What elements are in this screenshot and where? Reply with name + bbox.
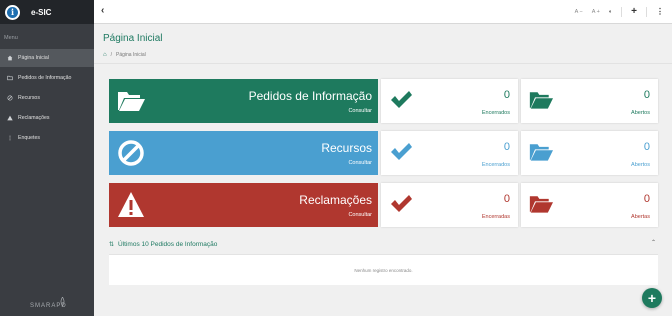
reclamacoes-card[interactable]: Reclamações Consultar [109,183,378,227]
dashboard-row-recursos: Recursos Consultar 0 Encerrados 0 Aberto… [109,131,658,175]
divider [94,63,672,64]
sidebar-item-label: Página Inicial [18,55,49,61]
menu-label: Menu [4,35,18,41]
check-icon [391,91,412,108]
open-count: 0 [643,141,650,153]
warning-icon [118,192,144,217]
chevron-up-icon[interactable]: ⌃ [651,239,656,246]
ban-icon [7,95,13,101]
home-icon [7,55,13,61]
breadcrumb: ⌂ / Página Inicial [103,52,146,58]
info-logo-icon: i [5,4,20,20]
open-count: 0 [643,89,650,101]
open-count: 0 [643,193,650,205]
folder-icon [7,75,13,81]
flame-icon [60,297,65,306]
open-label: Abertos [631,162,650,168]
sidebar-item-recursos[interactable]: Recursos [0,89,94,107]
recursos-card[interactable]: Recursos Consultar [109,131,378,175]
breadcrumb-item[interactable]: Página Inicial [116,52,146,58]
back-chevron-icon[interactable]: ‹ [101,6,104,16]
sidebar-item-label: Reclamações [18,115,50,121]
card-title: Reclamações [299,193,372,207]
page-title: Página Inicial [103,33,163,44]
closed-label: Encerrados [481,110,510,116]
dashboard-row-pedidos: Pedidos de Informação Consultar 0 Encerr… [109,79,658,123]
sidebar-item-reclamacoes[interactable]: Reclamações [0,109,94,127]
closed-count: 0 [503,89,510,101]
open-label: Abertas [631,214,650,220]
divider [621,7,623,17]
warning-icon [7,115,13,121]
contrast-icon[interactable]: ◐ [609,9,612,15]
topbar: ‹ A − A + ◐ + ⋮ [94,0,672,24]
add-fab-button[interactable]: + [642,288,662,308]
check-icon [391,143,412,160]
recent-requests-body: Nenhum registro encontrado. [109,254,658,285]
panel-title: Últimos 10 Pedidos de Informação [118,240,218,248]
card-title: Pedidos de Informação [248,89,372,103]
recursos-closed-card[interactable]: 0 Encerrados [381,131,518,175]
sidebar-item-label: Enquetes [18,135,40,141]
reclamacoes-closed-card[interactable]: 0 Encerradas [381,183,518,227]
sidebar-item-pedidos[interactable]: Pedidos de Informação [0,69,94,87]
more-menu-icon[interactable]: ⋮ [656,8,664,16]
pedidos-open-card[interactable]: 0 Abertos [521,79,658,123]
add-button[interactable]: + [631,7,637,17]
pedidos-card[interactable]: Pedidos de Informação Consultar [109,79,378,123]
home-icon[interactable]: ⌂ [103,52,107,58]
pedidos-closed-card[interactable]: 0 Encerrados [381,79,518,123]
recent-requests-header[interactable]: ⇅ Últimos 10 Pedidos de Informação ⌃ [109,239,658,249]
closed-label: Encerrados [481,162,510,168]
card-title: Recursos [321,141,372,155]
list-icon [7,135,13,141]
consultar-link[interactable]: Consultar [348,160,372,166]
closed-label: Encerradas [481,214,510,220]
check-icon [391,195,412,212]
app-name: e-SIC [31,7,52,17]
sidebar-item-label: Recursos [18,95,40,101]
open-label: Abertos [631,110,650,116]
sidebar-item-label: Pedidos de Informação [18,75,72,81]
sidebar: i e-SIC Menu Página Inicial Pedidos de I… [0,0,94,316]
sidebar-item-enquetes[interactable]: Enquetes [0,129,94,147]
recursos-open-card[interactable]: 0 Abertos [521,131,658,175]
folder-open-icon [529,196,553,213]
closed-count: 0 [503,193,510,205]
brand-logo: SMARAPD [30,297,67,309]
empty-message: Nenhum registro encontrado. [354,267,413,273]
closed-count: 0 [503,141,510,153]
sidebar-header: i e-SIC [0,0,94,24]
font-decrease-button[interactable]: A − [575,9,583,15]
folder-open-icon [118,92,145,111]
reclamacoes-open-card[interactable]: 0 Abertas [521,183,658,227]
consultar-link[interactable]: Consultar [348,212,372,218]
consultar-link[interactable]: Consultar [348,108,372,114]
dashboard-row-reclamacoes: Reclamações Consultar 0 Encerradas 0 Abe… [109,183,658,227]
divider [646,7,647,17]
sort-icon: ⇅ [109,241,115,248]
topbar-actions: A − A + ◐ + ⋮ [575,7,664,17]
folder-open-icon [529,144,553,161]
folder-open-icon [529,92,553,109]
sidebar-item-pagina-inicial[interactable]: Página Inicial [0,49,94,67]
font-increase-button[interactable]: A + [592,9,600,15]
ban-icon [118,140,144,166]
